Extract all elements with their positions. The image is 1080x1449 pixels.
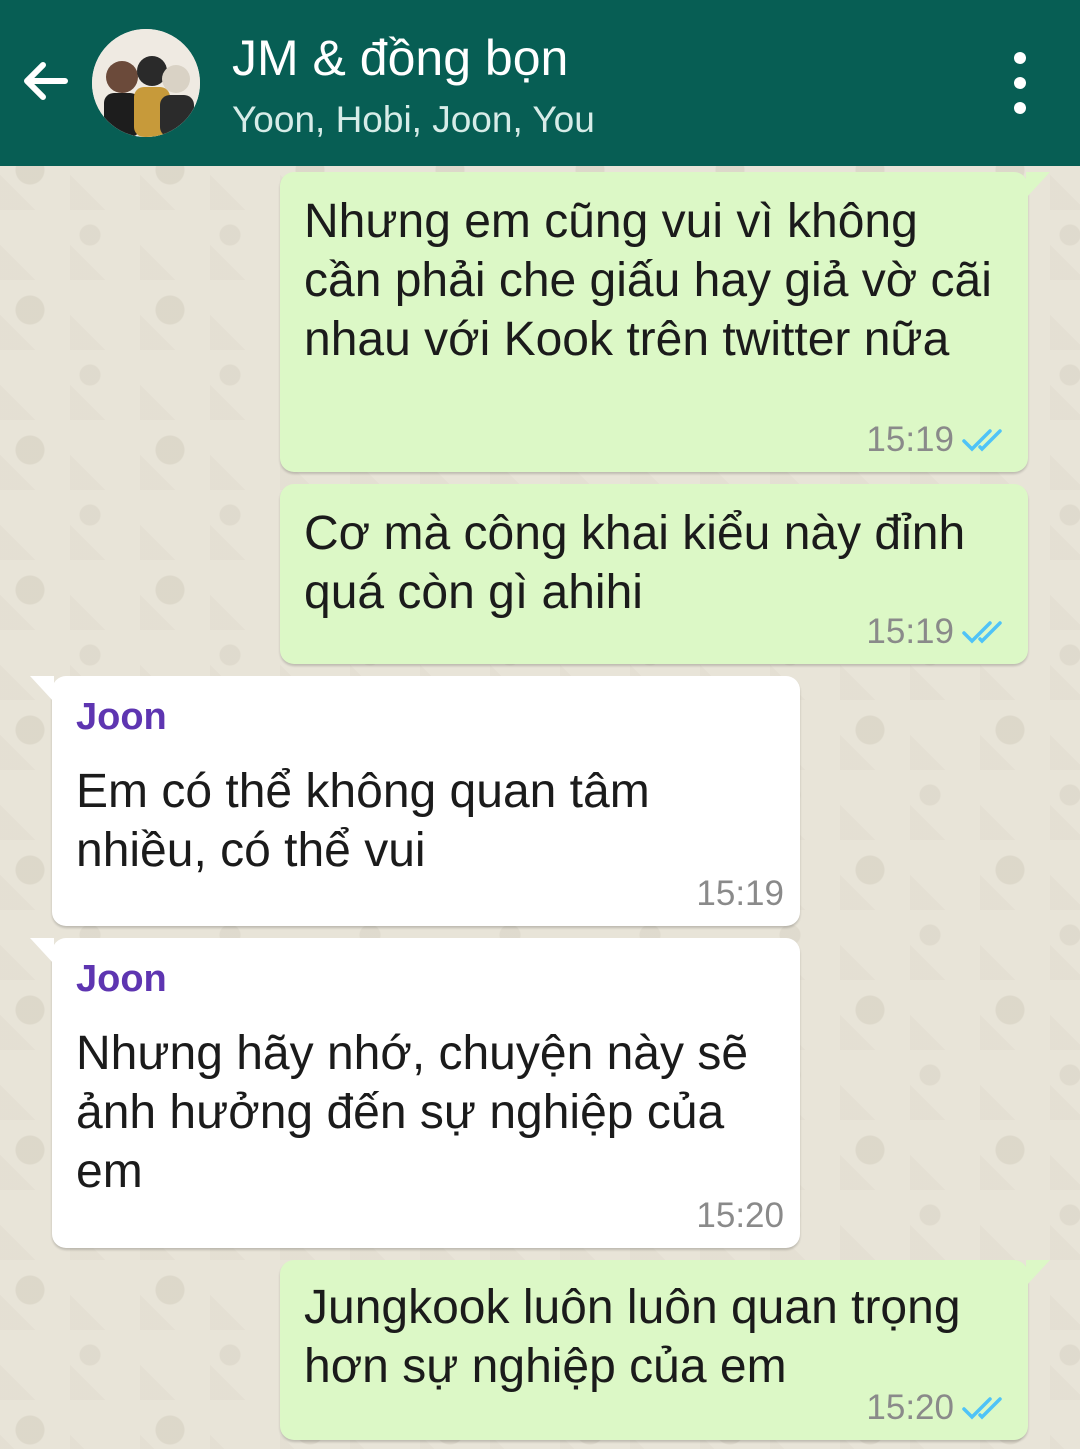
message-text: Em có thể không quan tâm nhiều, có thể v…: [76, 765, 650, 877]
message-meta: 15:20: [696, 1196, 784, 1236]
back-button[interactable]: [16, 52, 74, 110]
group-avatar[interactable]: [92, 29, 200, 137]
message-meta: 15:19: [866, 420, 1012, 460]
message-time: 15:19: [696, 874, 784, 913]
message-bubble-outgoing[interactable]: Jungkook luôn luôn quan trọng hơn sự ngh…: [280, 1260, 1050, 1440]
more-vertical-icon-dot: [1014, 102, 1026, 114]
message-meta: 15:19: [696, 874, 784, 914]
arrow-back-icon: [24, 62, 68, 100]
message-text: Nhưng em cũng vui vì không cần phải che …: [304, 195, 992, 366]
message-time: 15:20: [866, 1388, 954, 1427]
message-time: 15:20: [696, 1196, 784, 1235]
message-text: Jungkook luôn luôn quan trọng hơn sự ngh…: [304, 1281, 961, 1393]
sender-name[interactable]: Joon: [76, 696, 167, 739]
message-text: Cơ mà công khai kiểu này đỉnh quá còn gì…: [304, 507, 966, 619]
double-check-icon: [962, 1397, 1002, 1420]
message-text: Nhưng hãy nhớ, chuyện này sẽ ảnh hưởng đ…: [76, 1027, 749, 1198]
double-check-icon: [962, 429, 1002, 452]
group-avatar-image: [92, 29, 200, 137]
message-bubble-incoming[interactable]: Joon Em có thể không quan tâm nhiều, có …: [30, 676, 800, 926]
message-bubble-incoming[interactable]: Joon Nhưng hãy nhớ, chuyện này sẽ ảnh hư…: [30, 938, 800, 1248]
message-meta: 15:20: [866, 1388, 1012, 1428]
message-bubble-outgoing[interactable]: Nhưng em cũng vui vì không cần phải che …: [280, 172, 1050, 472]
more-vertical-icon-dot: [1014, 77, 1026, 89]
sender-name[interactable]: Joon: [76, 958, 167, 1001]
message-time: 15:19: [866, 420, 954, 459]
more-vertical-icon: [1014, 52, 1026, 64]
more-options-button[interactable]: [996, 52, 1044, 114]
double-check-icon: [962, 621, 1002, 644]
chat-participants[interactable]: Yoon, Hobi, Joon, You: [232, 96, 595, 144]
message-bubble-outgoing[interactable]: Cơ mà công khai kiểu này đỉnh quá còn gì…: [280, 484, 1028, 664]
chat-title[interactable]: JM & đồng bọn: [232, 28, 568, 88]
message-meta: 15:19: [866, 612, 1012, 652]
chat-header: JM & đồng bọn Yoon, Hobi, Joon, You: [0, 0, 1080, 166]
message-time: 15:19: [866, 612, 954, 651]
